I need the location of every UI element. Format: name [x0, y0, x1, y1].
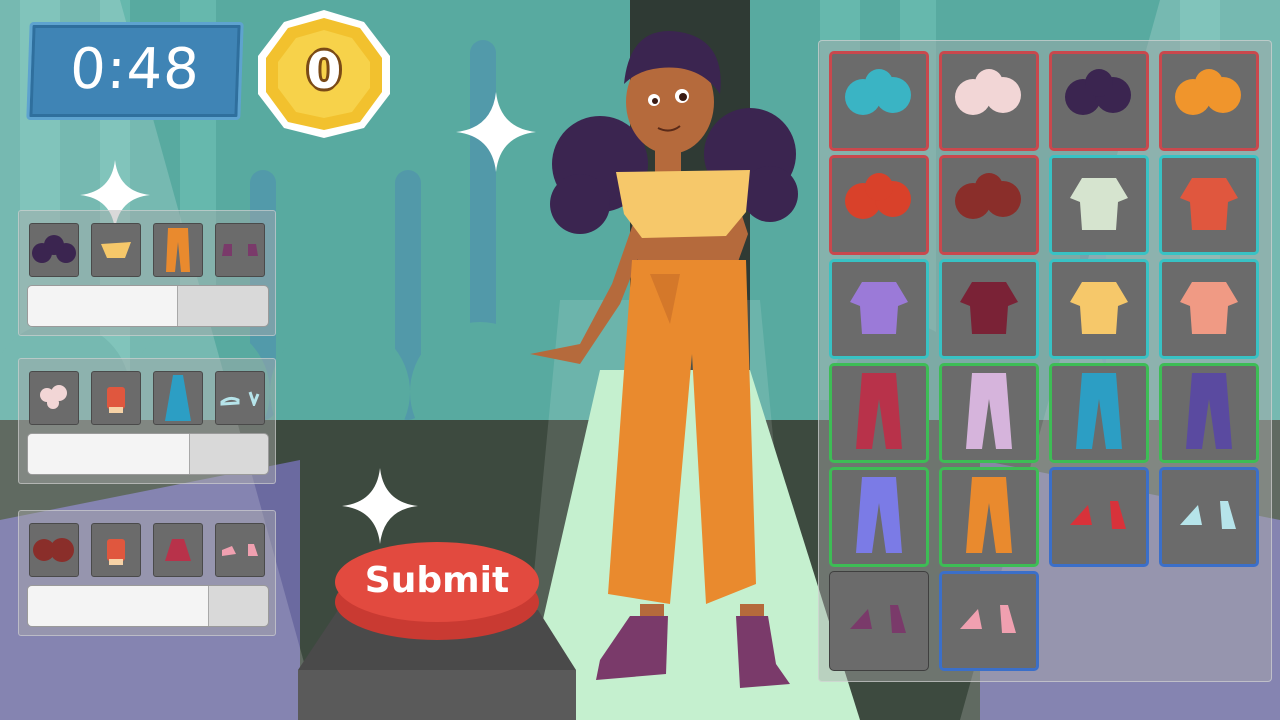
maroon-curly-hair-icon	[951, 171, 1027, 239]
teal-skirt-icon	[1074, 371, 1124, 455]
blue-mini-skirt-icon	[854, 475, 904, 559]
orange-wide-pants-icon	[964, 475, 1014, 559]
order-card	[18, 210, 276, 336]
dark-pigtails-hair-icon	[1061, 67, 1137, 135]
cyan-flats-icon	[1174, 495, 1244, 539]
wardrobe-item-teal-ponytail-hair[interactable]	[829, 51, 929, 151]
order-card	[18, 510, 276, 636]
teal-skirt-icon	[165, 375, 191, 421]
white-curly-hair-icon	[951, 67, 1027, 135]
red-bow-top-icon	[107, 539, 125, 565]
teal-ponytail-hair-icon	[841, 67, 917, 135]
red-plaid-skirt-icon	[854, 371, 904, 455]
wardrobe-item-white-blazer-top[interactable]	[1049, 155, 1149, 255]
red-heel-boots-icon	[1064, 495, 1134, 539]
wardrobe-item-orange-wide-pants[interactable]	[939, 467, 1039, 567]
order-item-slot	[153, 523, 203, 577]
order-item-slot	[215, 523, 265, 577]
coin-count: 0	[306, 42, 342, 100]
wardrobe-item-cyan-flats[interactable]	[1159, 467, 1259, 567]
orange-wide-pants	[608, 260, 756, 604]
order-progress-bar	[27, 285, 269, 327]
pink-sneakers-icon	[222, 544, 258, 556]
red-bow-top-icon	[1174, 168, 1244, 242]
wardrobe-item-peach-hoodie-top[interactable]	[1159, 259, 1259, 359]
yellow-crop-top	[616, 170, 750, 238]
yellow-crop-top-icon	[1064, 272, 1134, 346]
order-progress-bar	[27, 585, 269, 627]
wardrobe-item-red-bow-top[interactable]	[1159, 155, 1259, 255]
purple-boots-icon	[222, 244, 258, 256]
order-item-slot	[153, 223, 203, 277]
wardrobe-item-orange-long-hair[interactable]	[1159, 51, 1259, 151]
wardrobe-item-teal-skirt[interactable]	[1049, 363, 1149, 463]
purple-boots	[596, 616, 668, 680]
purple-sweater-top-icon	[844, 272, 914, 346]
wardrobe-item-red-plaid-skirt[interactable]	[829, 363, 929, 463]
red-bow-top-icon	[107, 387, 125, 413]
white-blazer-top-icon	[1064, 168, 1134, 242]
dark-pigtails-hair-icon	[32, 235, 76, 263]
character-model	[530, 31, 798, 688]
pink-sneakers-icon	[954, 599, 1024, 643]
coin-counter: 0	[252, 8, 396, 140]
lilac-jeans-icon	[964, 371, 1014, 455]
wardrobe-item-lilac-jeans[interactable]	[939, 363, 1039, 463]
wardrobe-item-red-heel-boots[interactable]	[1049, 467, 1149, 567]
cyan-flats-icon	[220, 391, 260, 406]
sparkle-icon	[342, 468, 418, 544]
order-item-slot	[215, 223, 265, 277]
purple-boots-icon	[844, 599, 914, 643]
yellow-crop-top-icon	[101, 242, 131, 258]
order-item-slot	[29, 223, 79, 277]
wardrobe-panel	[818, 40, 1272, 682]
order-progress-fill	[28, 434, 190, 474]
orange-wide-pants-icon	[166, 228, 190, 272]
timer-text: 0:48	[69, 37, 202, 102]
wardrobe-item-pink-sneakers[interactable]	[939, 571, 1039, 671]
wardrobe-item-red-short-hair[interactable]	[829, 155, 929, 255]
order-item-slot	[29, 523, 79, 577]
orange-long-hair-icon	[1171, 67, 1247, 135]
order-item-slot	[91, 371, 141, 425]
wardrobe-item-yellow-crop-top[interactable]	[1049, 259, 1149, 359]
wardrobe-item-purple-sweater-top[interactable]	[829, 259, 929, 359]
order-item-slot	[91, 223, 141, 277]
maroon-tank-top-icon	[954, 272, 1024, 346]
maroon-curly-hair-icon	[33, 538, 74, 562]
order-item-slot	[29, 371, 79, 425]
indigo-jeans-icon	[1184, 371, 1234, 455]
wardrobe-item-white-curly-hair[interactable]	[939, 51, 1039, 151]
wardrobe-item-purple-boots[interactable]	[829, 571, 929, 671]
order-progress-bar	[27, 433, 269, 475]
order-progress-fill	[28, 286, 178, 326]
red-plaid-skirt-icon	[165, 539, 191, 561]
order-card	[18, 358, 276, 484]
wardrobe-item-maroon-curly-hair[interactable]	[939, 155, 1039, 255]
order-item-slot	[153, 371, 203, 425]
order-progress-fill	[28, 586, 209, 626]
wardrobe-item-indigo-jeans[interactable]	[1159, 363, 1259, 463]
peach-hoodie-top-icon	[1174, 272, 1244, 346]
wardrobe-item-dark-pigtails-hair[interactable]	[1049, 51, 1149, 151]
wardrobe-grid	[829, 51, 1259, 671]
timer-display: 0:48	[26, 22, 244, 120]
order-item-slot	[91, 523, 141, 577]
submit-button[interactable]: Submit	[334, 536, 540, 642]
white-curly-hair-icon	[40, 385, 67, 409]
submit-label: Submit	[364, 560, 510, 601]
wardrobe-item-maroon-tank-top[interactable]	[939, 259, 1039, 359]
red-short-hair-icon	[841, 171, 917, 239]
order-item-slot	[215, 371, 265, 425]
wardrobe-item-blue-mini-skirt[interactable]	[829, 467, 929, 567]
